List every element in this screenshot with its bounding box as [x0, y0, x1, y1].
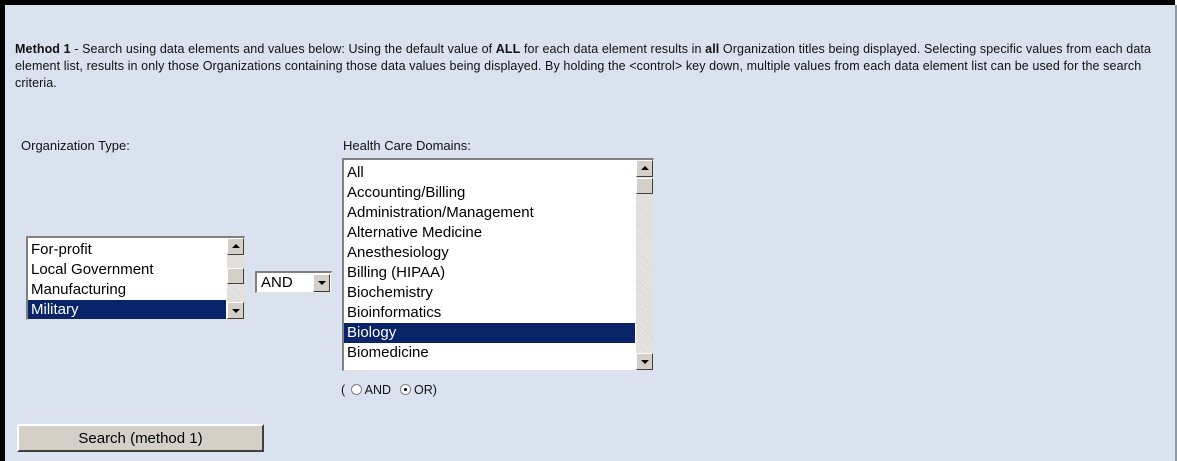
- instructions-text-1: - Search using data elements and values …: [70, 42, 496, 56]
- all-lower-text: all: [705, 42, 720, 56]
- list-item[interactable]: Local Government: [28, 260, 226, 280]
- health-care-domains-list[interactable]: All Accounting/Billing Administration/Ma…: [342, 158, 654, 371]
- scroll-up-button[interactable]: [227, 238, 244, 255]
- dropdown-button[interactable]: [313, 274, 330, 292]
- organization-type-label: Organization Type:: [21, 138, 130, 153]
- list-item[interactable]: Billing (HIPAA): [344, 263, 635, 283]
- list-item-selected[interactable]: Biology: [344, 323, 635, 343]
- list-item[interactable]: Biomedicine: [344, 343, 635, 363]
- list-item[interactable]: Biochemistry: [344, 283, 635, 303]
- method-1-instructions: Method 1 - Search using data elements an…: [15, 41, 1155, 92]
- domain-match-radio-group: ( AND OR): [341, 383, 437, 397]
- arrow-up-icon: [641, 166, 649, 170]
- instructions-text-2: for each data element results in: [520, 42, 706, 56]
- health-care-domains-label: Health Care Domains:: [343, 138, 471, 153]
- scroll-thumb[interactable]: [227, 268, 244, 284]
- list-item[interactable]: For-profit: [28, 240, 226, 260]
- arrow-down-icon: [641, 360, 649, 364]
- and-radio-label: AND: [364, 383, 392, 397]
- search-method-1-button[interactable]: Search (method 1): [17, 424, 264, 452]
- arrow-down-icon: [232, 309, 240, 313]
- arrow-up-icon: [232, 244, 240, 248]
- radio-group-open-paren: (: [341, 383, 346, 397]
- operator-select[interactable]: AND: [255, 271, 332, 293]
- scroll-down-button[interactable]: [636, 353, 653, 370]
- organization-type-list[interactable]: For-profit Local Government Manufacturin…: [26, 236, 245, 320]
- scroll-thumb[interactable]: [636, 178, 653, 194]
- list-item[interactable]: Bioinformatics: [344, 303, 635, 323]
- and-radio[interactable]: [350, 384, 362, 395]
- list-item[interactable]: All: [344, 163, 635, 183]
- method-label: Method 1: [15, 42, 71, 56]
- list-item[interactable]: Administration/Management: [344, 203, 635, 223]
- list-item-selected[interactable]: Military: [28, 300, 226, 319]
- list-item[interactable]: Manufacturing: [28, 280, 226, 300]
- or-radio[interactable]: [400, 384, 412, 395]
- all-caps-text: ALL: [495, 42, 521, 56]
- chevron-down-icon: [318, 281, 326, 285]
- health-care-domains-scrollbar[interactable]: [636, 160, 653, 370]
- scroll-up-button[interactable]: [636, 160, 653, 177]
- operator-select-value: AND: [261, 274, 293, 291]
- list-item[interactable]: Alternative Medicine: [344, 223, 635, 243]
- organization-type-scrollbar[interactable]: [227, 238, 244, 319]
- list-item[interactable]: Anesthesiology: [344, 243, 635, 263]
- or-radio-label: OR): [414, 383, 437, 397]
- list-item[interactable]: Accounting/Billing: [344, 183, 635, 203]
- scroll-down-button[interactable]: [227, 302, 244, 319]
